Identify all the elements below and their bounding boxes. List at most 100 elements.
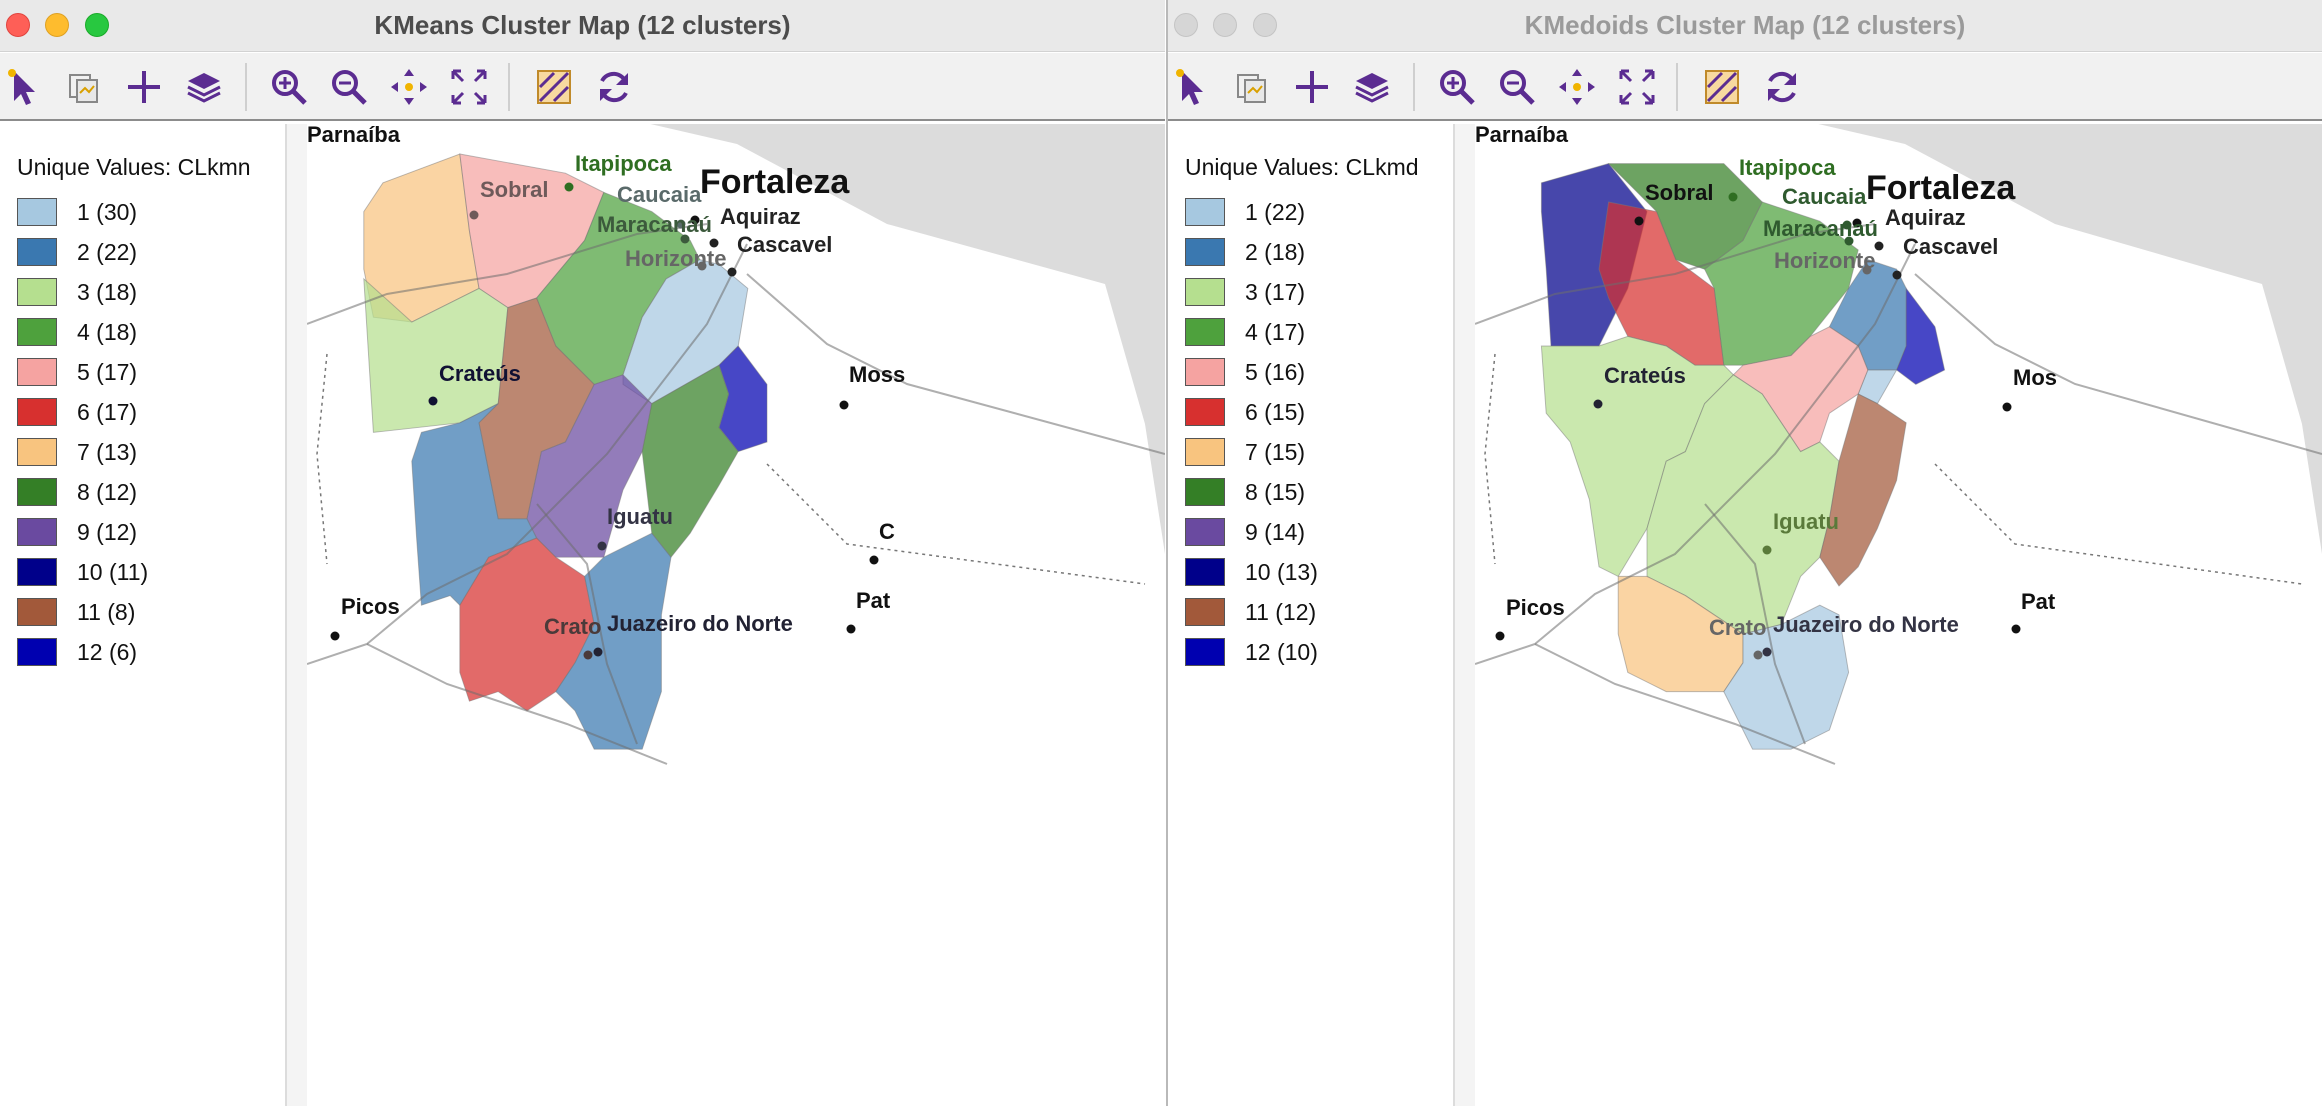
select-arrow-button[interactable] [0,63,48,111]
legend-item[interactable]: 3 (17) [1185,275,1445,309]
legend-label: 11 (12) [1245,599,1317,625]
layers-button[interactable] [1348,63,1396,111]
legend-item[interactable]: 2 (22) [17,235,277,269]
legend-panel[interactable]: Unique Values: CLkmd 1 (22) 2 (18) 3 (17) 4… [1168,124,1455,1106]
legend-item[interactable]: 7 (13) [17,435,277,469]
legend-item[interactable]: 6 (15) [1185,395,1445,429]
legend-item[interactable]: 12 (6) [17,635,277,669]
legend-item[interactable]: 9 (14) [1185,515,1445,549]
city-label: Itapipoca [1739,155,1836,180]
legend-item[interactable]: 11 (12) [1185,595,1445,629]
legend-swatch[interactable] [17,438,57,466]
legend-item[interactable]: 12 (10) [1185,635,1445,669]
zoom-out-button[interactable] [1493,63,1541,111]
legend-swatch[interactable] [17,478,57,506]
cluster-map[interactable]: Parnaíba Itapipoca Sobral Caucaia Fortaleza M… [307,124,1165,1106]
legend-item[interactable]: 3 (18) [17,275,277,309]
full-extent-button[interactable] [445,63,493,111]
map-settings-button[interactable] [1698,63,1746,111]
legend-item[interactable]: 8 (12) [17,475,277,509]
legend-swatch[interactable] [1185,398,1225,426]
legend-swatch[interactable] [1185,598,1225,626]
add-point-button[interactable] [1288,63,1336,111]
city-label: Itapipoca [575,151,672,176]
refresh-button[interactable] [1758,63,1806,111]
city-label: Pat [2021,589,2056,614]
city-label: Fortaleza [700,163,850,201]
city-marker [1728,192,1738,202]
title-bar[interactable]: KMeans Cluster Map (12 clusters) [0,0,1165,52]
city-label: Aquiraz [1885,205,1966,230]
legend-swatch[interactable] [1185,438,1225,466]
legend-swatch[interactable] [1185,238,1225,266]
zoom-in-button[interactable] [1433,63,1481,111]
legend-swatch[interactable] [1185,198,1225,226]
legend-swatch[interactable] [17,238,57,266]
legend-swatch[interactable] [17,598,57,626]
legend-swatch[interactable] [17,638,57,666]
legend-panel[interactable]: Unique Values: CLkmn 1 (30) 2 (22) 3 (18) 4… [0,124,287,1106]
window-title: KMedoids Cluster Map (12 clusters) [1524,10,1966,40]
panel-divider[interactable] [287,124,307,1106]
map-settings-icon [1705,70,1739,104]
legend-item[interactable]: 4 (18) [17,315,277,349]
city-label: Crato [544,614,602,639]
copy-map-button[interactable] [1228,63,1276,111]
copy-map-button[interactable] [60,63,108,111]
legend-item[interactable]: 7 (15) [1185,435,1445,469]
full-extent-button[interactable] [1613,63,1661,111]
legend-item[interactable]: 1 (30) [17,195,277,229]
legend-item[interactable]: 5 (16) [1185,355,1445,389]
layers-icon [187,73,221,103]
legend-swatch[interactable] [1185,318,1225,346]
legend-item[interactable]: 6 (17) [17,395,277,429]
legend-label: 4 (17) [1245,319,1306,345]
legend-swatch[interactable] [17,318,57,346]
pan-button[interactable] [385,63,433,111]
city-marker [2002,402,2012,412]
legend-label: 4 (18) [77,319,138,345]
legend-swatch[interactable] [1185,278,1225,306]
legend-title: Unique Values: CLkmd [1185,154,1419,180]
refresh-icon [1768,71,1796,103]
toolbar-separator [245,63,247,111]
legend-swatch[interactable] [17,358,57,386]
legend-label: 5 (16) [1245,359,1306,385]
legend-swatch[interactable] [17,278,57,306]
legend-item[interactable]: 8 (15) [1185,475,1445,509]
legend-swatch[interactable] [1185,358,1225,386]
legend-item[interactable]: 5 (17) [17,355,277,389]
zoom-in-button[interactable] [265,63,313,111]
legend-item[interactable]: 1 (22) [1185,195,1445,229]
title-bar[interactable]: KMedoids Cluster Map (12 clusters) [1168,0,2322,52]
select-arrow-button[interactable] [1168,63,1216,111]
panel-divider[interactable] [1455,124,1475,1106]
legend-swatch[interactable] [1185,478,1225,506]
legend-swatch[interactable] [17,518,57,546]
zoom-in-icon [272,70,307,105]
add-point-button[interactable] [120,63,168,111]
legend-swatch[interactable] [17,198,57,226]
kmedoids-cluster-window: KMedoids Cluster Map (12 clusters) Uniqu… [1166,0,2322,1106]
city-label: Crato [1709,615,1767,640]
legend-swatch[interactable] [17,558,57,586]
pan-icon [391,69,427,105]
legend-item[interactable]: 9 (12) [17,515,277,549]
cluster-map[interactable]: Parnaíba Itapipoca Sobral Caucaia Fortaleza M… [1475,124,2322,1106]
legend-item[interactable]: 10 (11) [17,555,277,589]
zoom-out-button[interactable] [325,63,373,111]
map-settings-button[interactable] [530,63,578,111]
legend-item[interactable]: 10 (13) [1185,555,1445,589]
legend-swatch[interactable] [1185,638,1225,666]
legend-swatch[interactable] [1185,558,1225,586]
pan-button[interactable] [1553,63,1601,111]
city-label: Picos [1506,595,1565,620]
refresh-icon [600,71,628,103]
layers-button[interactable] [180,63,228,111]
refresh-button[interactable] [590,63,638,111]
legend-item[interactable]: 11 (8) [17,595,277,629]
legend-item[interactable]: 2 (18) [1185,235,1445,269]
legend-item[interactable]: 4 (17) [1185,315,1445,349]
legend-swatch[interactable] [1185,518,1225,546]
legend-swatch[interactable] [17,398,57,426]
